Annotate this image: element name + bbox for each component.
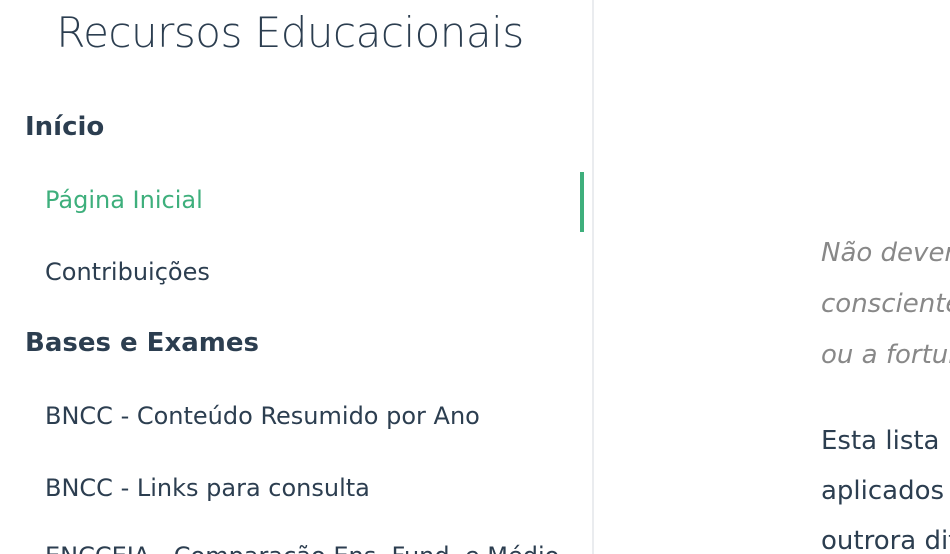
page: Recursos Educacionais Início Página Inic… — [0, 0, 950, 554]
quote-line: consciente — [821, 289, 950, 319]
nav-link-pagina-inicial[interactable]: Página Inicial — [45, 186, 203, 214]
sidebar: Recursos Educacionais Início Página Inic… — [0, 0, 594, 554]
paragraph-line: outrora dif — [821, 526, 950, 554]
paragraph-line: aplicados — [821, 476, 945, 506]
nav-link-encceja[interactable]: ENCCEJA - Comparação Ens. Fund. e Médio — [45, 542, 559, 554]
nav-link-contribuicoes[interactable]: Contribuições — [45, 258, 210, 286]
active-link-indicator — [580, 172, 584, 232]
nav-link-bncc-links[interactable]: BNCC - Links para consulta — [45, 474, 370, 502]
nav-link-bncc-conteudo[interactable]: BNCC - Conteúdo Resumido por Ano — [45, 402, 480, 430]
nav-group-inicio: Início — [25, 112, 105, 142]
intro-paragraph: Esta lista p aplicados outrora dif — [821, 416, 950, 554]
quote-line: ou a fortun — [821, 340, 950, 370]
paragraph-line: Esta lista p — [821, 426, 950, 456]
nav-group-bases-e-exames: Bases e Exames — [25, 328, 259, 358]
quote-line: Não dever — [821, 238, 950, 268]
site-title[interactable]: Recursos Educacionais — [0, 8, 580, 57]
main-content: Não dever consciente ou a fortun Esta li… — [594, 0, 950, 554]
intro-quote: Não dever consciente ou a fortun — [821, 228, 950, 381]
